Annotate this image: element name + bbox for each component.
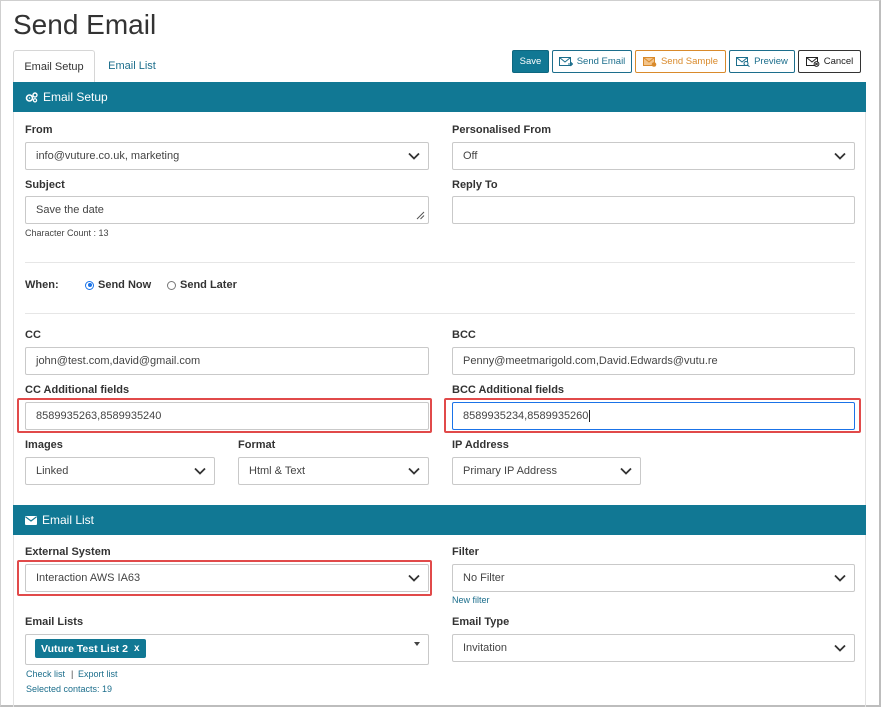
tab-email-list[interactable]: Email List (96, 50, 168, 82)
personalised-from-value: Off (463, 150, 478, 162)
format-select[interactable]: Html & Text (238, 457, 429, 485)
chevron-down-icon (834, 644, 846, 652)
chevron-down-icon (408, 467, 420, 475)
bcc-additional-input[interactable]: 8589935234,8589935260 (452, 402, 855, 430)
chevron-down-icon (408, 574, 420, 582)
subject-input[interactable]: Save the date (25, 196, 429, 224)
send-later-label: Send Later (180, 279, 237, 291)
chevron-down-icon (194, 467, 206, 475)
ip-address-label: IP Address (452, 439, 509, 451)
save-button[interactable]: Save (512, 50, 549, 73)
images-value: Linked (36, 465, 69, 477)
save-label: Save (519, 56, 542, 67)
caret-down-icon (414, 642, 420, 646)
filter-label: Filter (452, 546, 479, 558)
from-select[interactable]: info@vuture.co.uk, marketing (25, 142, 429, 170)
bcc-input[interactable]: Penny@meetmarigold.com,David.Edwards@vut… (452, 347, 855, 375)
bcc-label: BCC (452, 329, 476, 341)
bcc-additional-value: 8589935234,8589935260 (463, 410, 589, 422)
email-list-header: Email List (13, 505, 866, 535)
cc-input[interactable]: john@test.com,david@gmail.com (25, 347, 429, 375)
email-type-value: Invitation (463, 642, 508, 654)
preview-label: Preview (754, 56, 788, 67)
format-label: Format (238, 439, 276, 451)
character-count: Character Count : 13 (25, 228, 109, 238)
chevron-down-icon (620, 467, 632, 475)
from-value: info@vuture.co.uk, marketing (36, 150, 180, 162)
link-separator: | (71, 669, 74, 679)
images-select[interactable]: Linked (25, 457, 215, 485)
cc-label: CC (25, 329, 41, 341)
images-label: Images (25, 439, 63, 451)
email-setup-panel (13, 112, 866, 505)
page-title: Send Email (13, 9, 157, 40)
when-label: When: (25, 279, 59, 291)
external-system-select[interactable]: Interaction AWS IA63 (25, 564, 429, 592)
gears-icon (25, 91, 38, 103)
external-system-label: External System (25, 546, 111, 558)
filter-value: No Filter (463, 572, 505, 584)
cc-additional-value: 8589935263,8589935240 (36, 410, 162, 422)
email-type-label: Email Type (452, 616, 510, 628)
send-email-icon (558, 56, 573, 66)
subject-label: Subject (25, 179, 65, 191)
email-setup-title: Email Setup (43, 90, 108, 104)
chevron-down-icon (834, 574, 846, 582)
chevron-down-icon (834, 152, 846, 160)
bcc-value: Penny@meetmarigold.com,David.Edwards@vut… (463, 355, 718, 367)
text-cursor (589, 410, 591, 422)
reply-to-label: Reply To (452, 179, 498, 191)
email-type-select[interactable]: Invitation (452, 634, 855, 662)
preview-button[interactable]: Preview (729, 50, 795, 73)
radio-unselected-icon (167, 280, 176, 290)
send-email-button[interactable]: Send Email (552, 50, 632, 73)
radio-selected-icon (85, 280, 94, 290)
send-later-radio[interactable]: Send Later (167, 279, 237, 291)
cancel-icon (805, 56, 820, 67)
selected-contacts: Selected contacts: 19 (26, 684, 113, 694)
ip-address-value: Primary IP Address (463, 465, 557, 477)
list-tag: Vuture Test List 2 x (35, 639, 146, 658)
send-now-label: Send Now (98, 279, 152, 291)
list-tag-label: Vuture Test List 2 (41, 642, 128, 655)
tab-email-setup[interactable]: Email Setup (13, 50, 95, 82)
email-list-title: Email List (42, 513, 95, 527)
cc-value: john@test.com,david@gmail.com (36, 355, 201, 367)
preview-icon (736, 56, 750, 67)
email-list-panel (13, 535, 866, 707)
new-filter-link[interactable]: New filter (452, 595, 490, 605)
send-sample-button[interactable]: Send Sample (635, 50, 726, 73)
format-value: Html & Text (249, 465, 306, 477)
send-now-radio[interactable]: Send Now (85, 279, 151, 291)
cc-additional-input[interactable]: 8589935263,8589935240 (25, 402, 429, 430)
send-email-label: Send Email (576, 56, 626, 67)
export-list-link[interactable]: Export list (78, 669, 118, 679)
divider (25, 313, 855, 314)
personalised-from-select[interactable]: Off (452, 142, 855, 170)
reply-to-input[interactable] (452, 196, 855, 224)
cc-additional-label: CC Additional fields (25, 384, 130, 396)
send-sample-icon (642, 56, 657, 67)
cancel-label: Cancel (823, 56, 854, 67)
resize-handle-icon[interactable] (415, 210, 425, 220)
remove-tag-icon[interactable]: x (134, 643, 140, 654)
email-lists-label: Email Lists (25, 616, 84, 628)
divider (25, 262, 855, 263)
subject-value: Save the date (36, 204, 104, 216)
filter-select[interactable]: No Filter (452, 564, 855, 592)
ip-address-select[interactable]: Primary IP Address (452, 457, 641, 485)
external-system-value: Interaction AWS IA63 (36, 572, 141, 584)
personalised-from-label: Personalised From (452, 124, 552, 136)
cancel-button[interactable]: Cancel (798, 50, 861, 73)
check-list-link[interactable]: Check list (26, 669, 65, 679)
bcc-additional-label: BCC Additional fields (452, 384, 565, 396)
from-label: From (25, 124, 53, 136)
envelope-icon (25, 515, 37, 525)
chevron-down-icon (408, 152, 420, 160)
send-sample-label: Send Sample (660, 56, 719, 67)
email-setup-header: Email Setup (13, 82, 866, 112)
